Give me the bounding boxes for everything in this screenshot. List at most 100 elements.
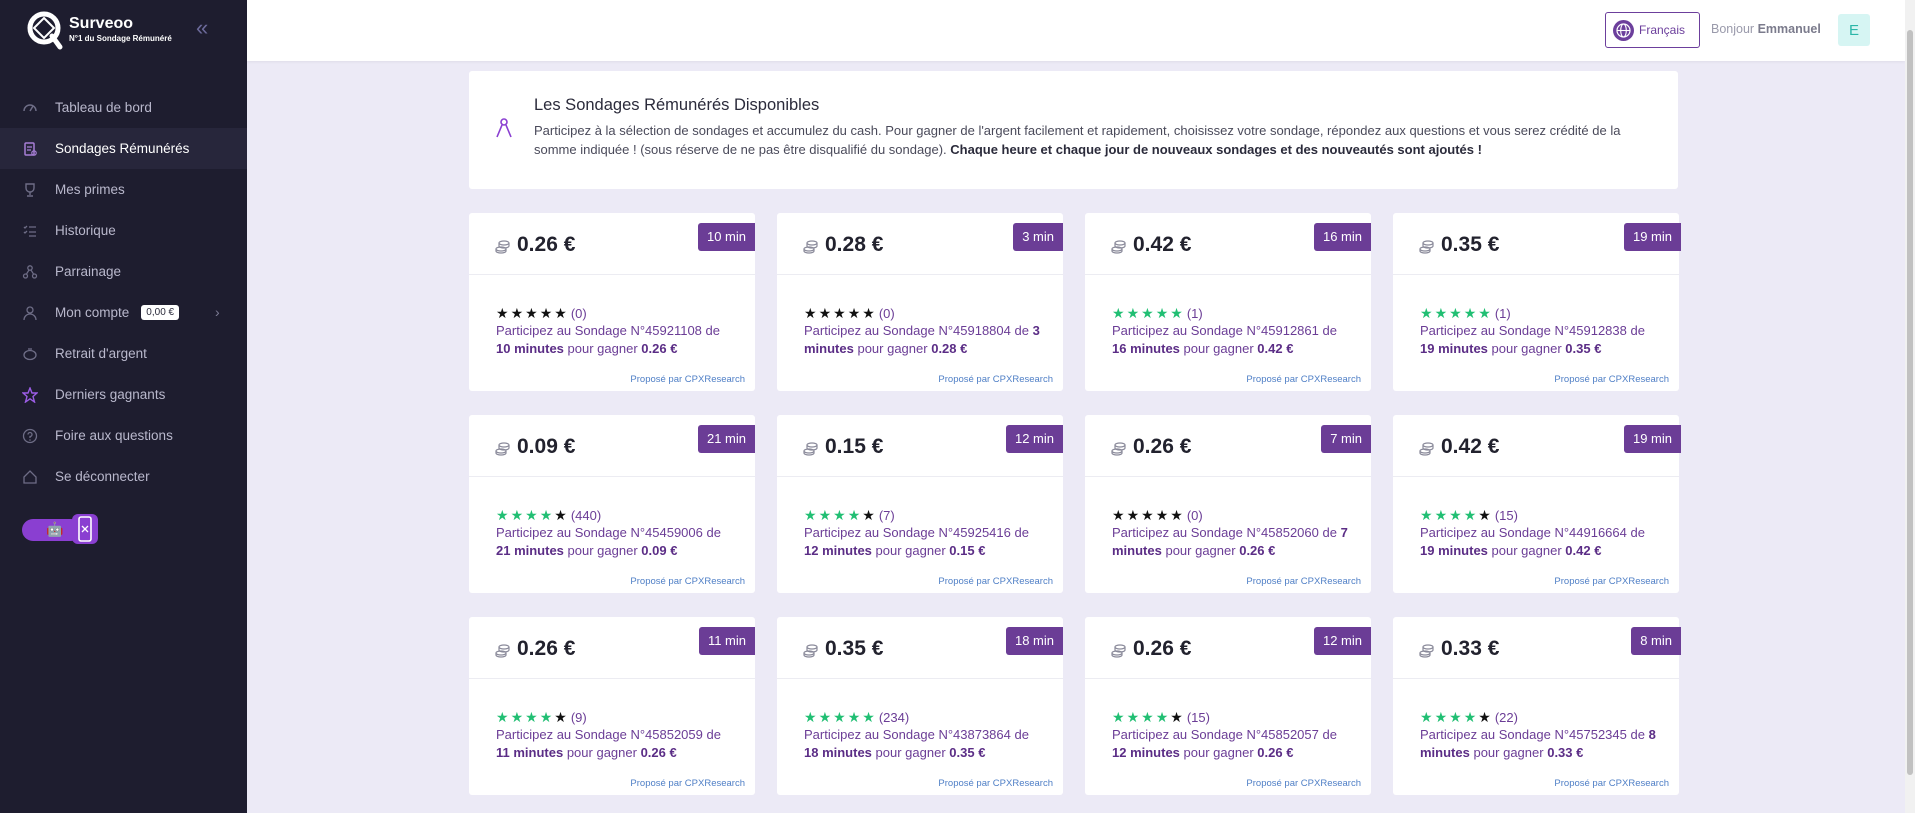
avatar[interactable]: E [1838,14,1870,46]
rating-star-icon: ★ [496,507,511,523]
survey-card[interactable]: 0.42 €19 min ★★★★★ (15) Participez au Sonda… [1393,415,1681,593]
rating-star-icon: ★ [1155,507,1171,523]
rating-star-icon: ★ [833,305,848,321]
username: Emmanuel [1757,22,1821,36]
survey-card[interactable]: 0.35 €19 min ★★★★★ (1) Participez au Sondag… [1393,213,1681,391]
sidebar-item-dashboard[interactable]: Tableau de bord [0,87,247,128]
survey-price: 0.42 € [1133,233,1192,256]
rating-star-icon: ★ [862,507,877,523]
provider-link[interactable]: Proposé par CPXResearch [1554,778,1669,789]
survey-description: Participez au Sondage N°45912861 de 16 m… [1112,322,1352,358]
rating-star-icon: ★ [1155,305,1171,321]
rating-star-icon: ★ [525,305,540,321]
brand-name: Surveoo [69,15,134,32]
rating-star-icon: ★ [847,709,863,725]
rating-star-icon: ★ [818,709,834,725]
survey-rating: ★★★★★ (22) [1420,709,1518,726]
rating-star-icon: ★ [833,709,848,725]
rating-star-icon: ★ [525,709,540,725]
collapse-sidebar-icon[interactable]: « [196,17,214,39]
sidebar-item-withdrawal[interactable]: Retrait d'argent [0,333,247,374]
rating-star-icon: ★ [1434,709,1450,725]
duration-badge: 21 min [697,425,755,453]
sidebar-item-label: Mon compte [55,305,130,320]
sidebar-item-history[interactable]: Historique [0,210,247,251]
survey-price: 0.26 € [517,233,576,256]
survey-id: N°45752345 [1554,727,1627,742]
sidebar-item-surveys[interactable]: Sondages Rémunérés [0,128,247,169]
provider-link[interactable]: Proposé par CPXResearch [630,576,745,587]
rating-star-icon: ★ [804,507,819,523]
rating-star-icon: ★ [554,305,569,321]
sidebar-item-label: Parrainage [55,264,122,279]
rating-star-icon: ★ [1420,709,1435,725]
rating-star-icon: ★ [1478,305,1493,321]
survey-price: 0.42 € [1441,435,1500,458]
sidebar-item-rewards[interactable]: Mes primes [0,169,247,210]
phone-icon[interactable] [70,512,100,546]
rating-star-icon: ★ [510,507,526,523]
sidebar-item-faq[interactable]: Foire aux questions [0,415,247,456]
rating-count: (7) [878,508,895,523]
survey-card[interactable]: 0.09 €21 min ★★★★★ (440) Participez au Sond… [469,415,755,593]
desc-of: de [1630,727,1645,742]
rating-star-icon: ★ [1126,507,1142,523]
survey-minutes: 19 minutes [1420,543,1488,558]
duration-badge: 10 min [697,223,755,251]
greeting: Bonjour Emmanuel [1711,22,1821,36]
account-balance-badge: 0,00 € [141,305,180,320]
scrollbar-thumb[interactable] [1907,30,1913,775]
rating-star-icon: ★ [496,709,511,725]
survey-card[interactable]: 0.26 €11 min ★★★★★ (9) Participez au Sondag… [469,617,755,795]
rating-star-icon: ★ [1126,709,1142,725]
rating-count: (1) [1186,306,1203,321]
language-button[interactable]: Français [1605,12,1700,48]
survey-card[interactable]: 0.15 €12 min ★★★★★ (7) Participez au Sondag… [777,415,1063,593]
survey-card-header: 0.33 € 8 min [1393,617,1681,679]
survey-card[interactable]: 0.28 €3 min ★★★★★ (0) Participez au Sondage… [777,213,1063,391]
desc-of: de [1322,525,1337,540]
sidebar-item-logout[interactable]: Se déconnecter [0,456,247,497]
chevron-right-icon[interactable]: › [215,304,220,320]
survey-card[interactable]: 0.33 €8 min ★★★★★ (22) Participez au Sondag… [1393,617,1681,795]
survey-minutes: 12 minutes [804,543,872,558]
rating-star-icon: ★ [1463,305,1479,321]
provider-link[interactable]: Proposé par CPXResearch [938,778,1053,789]
desc-gain: pour gagner [875,543,946,558]
survey-card[interactable]: 0.35 €18 min ★★★★★ (234) Participez au Sond… [777,617,1063,795]
rating-count: (22) [1494,710,1518,725]
provider-link[interactable]: Proposé par CPXResearch [1554,576,1669,587]
desc-prefix: Participez au Sondage [1420,323,1555,338]
desc-of: de [1014,727,1029,742]
provider-link[interactable]: Proposé par CPXResearch [1246,374,1361,385]
provider-link[interactable]: Proposé par CPXResearch [1554,374,1669,385]
provider-link[interactable]: Proposé par CPXResearch [938,374,1053,385]
provider-link[interactable]: Proposé par CPXResearch [1246,778,1361,789]
sidebar-item-winners[interactable]: Derniers gagnants [0,374,247,415]
logout-icon [22,469,38,485]
desc-prefix: Participez au Sondage [1420,727,1555,742]
duration-badge: 19 min [1623,223,1681,251]
survey-card[interactable]: 0.26 €7 min ★★★★★ (0) Participez au Sondage… [1085,415,1371,593]
sidebar-item-account[interactable]: Mon compte 0,00 € › [0,292,247,333]
survey-minutes: 19 minutes [1420,341,1488,356]
rating-count: (0) [878,306,895,321]
provider-link[interactable]: Proposé par CPXResearch [938,576,1053,587]
desc-gain: pour gagner [567,543,638,558]
desc-prefix: Participez au Sondage [1112,525,1247,540]
survey-card[interactable]: 0.42 €16 min ★★★★★ (1) Participez au Sondag… [1085,213,1371,391]
rating-star-icon: ★ [539,709,555,725]
survey-card[interactable]: 0.26 €12 min ★★★★★ (15) Participez au Sonda… [1085,617,1371,795]
provider-link[interactable]: Proposé par CPXResearch [1246,576,1361,587]
survey-rating: ★★★★★ (0) [804,305,895,322]
rating-star-icon: ★ [1112,305,1127,321]
rating-star-icon: ★ [1420,305,1435,321]
scrollbar[interactable] [1905,0,1915,813]
survey-card[interactable]: 0.26 €10 min ★★★★★ (0) Participez au Sondag… [469,213,755,391]
sidebar-item-referral[interactable]: Parrainage [0,251,247,292]
coins-icon [1111,240,1126,254]
provider-link[interactable]: Proposé par CPXResearch [630,778,745,789]
sidebar-item-label: Mes primes [55,182,125,197]
provider-link[interactable]: Proposé par CPXResearch [630,374,745,385]
desc-gain: pour gagner [566,745,637,760]
